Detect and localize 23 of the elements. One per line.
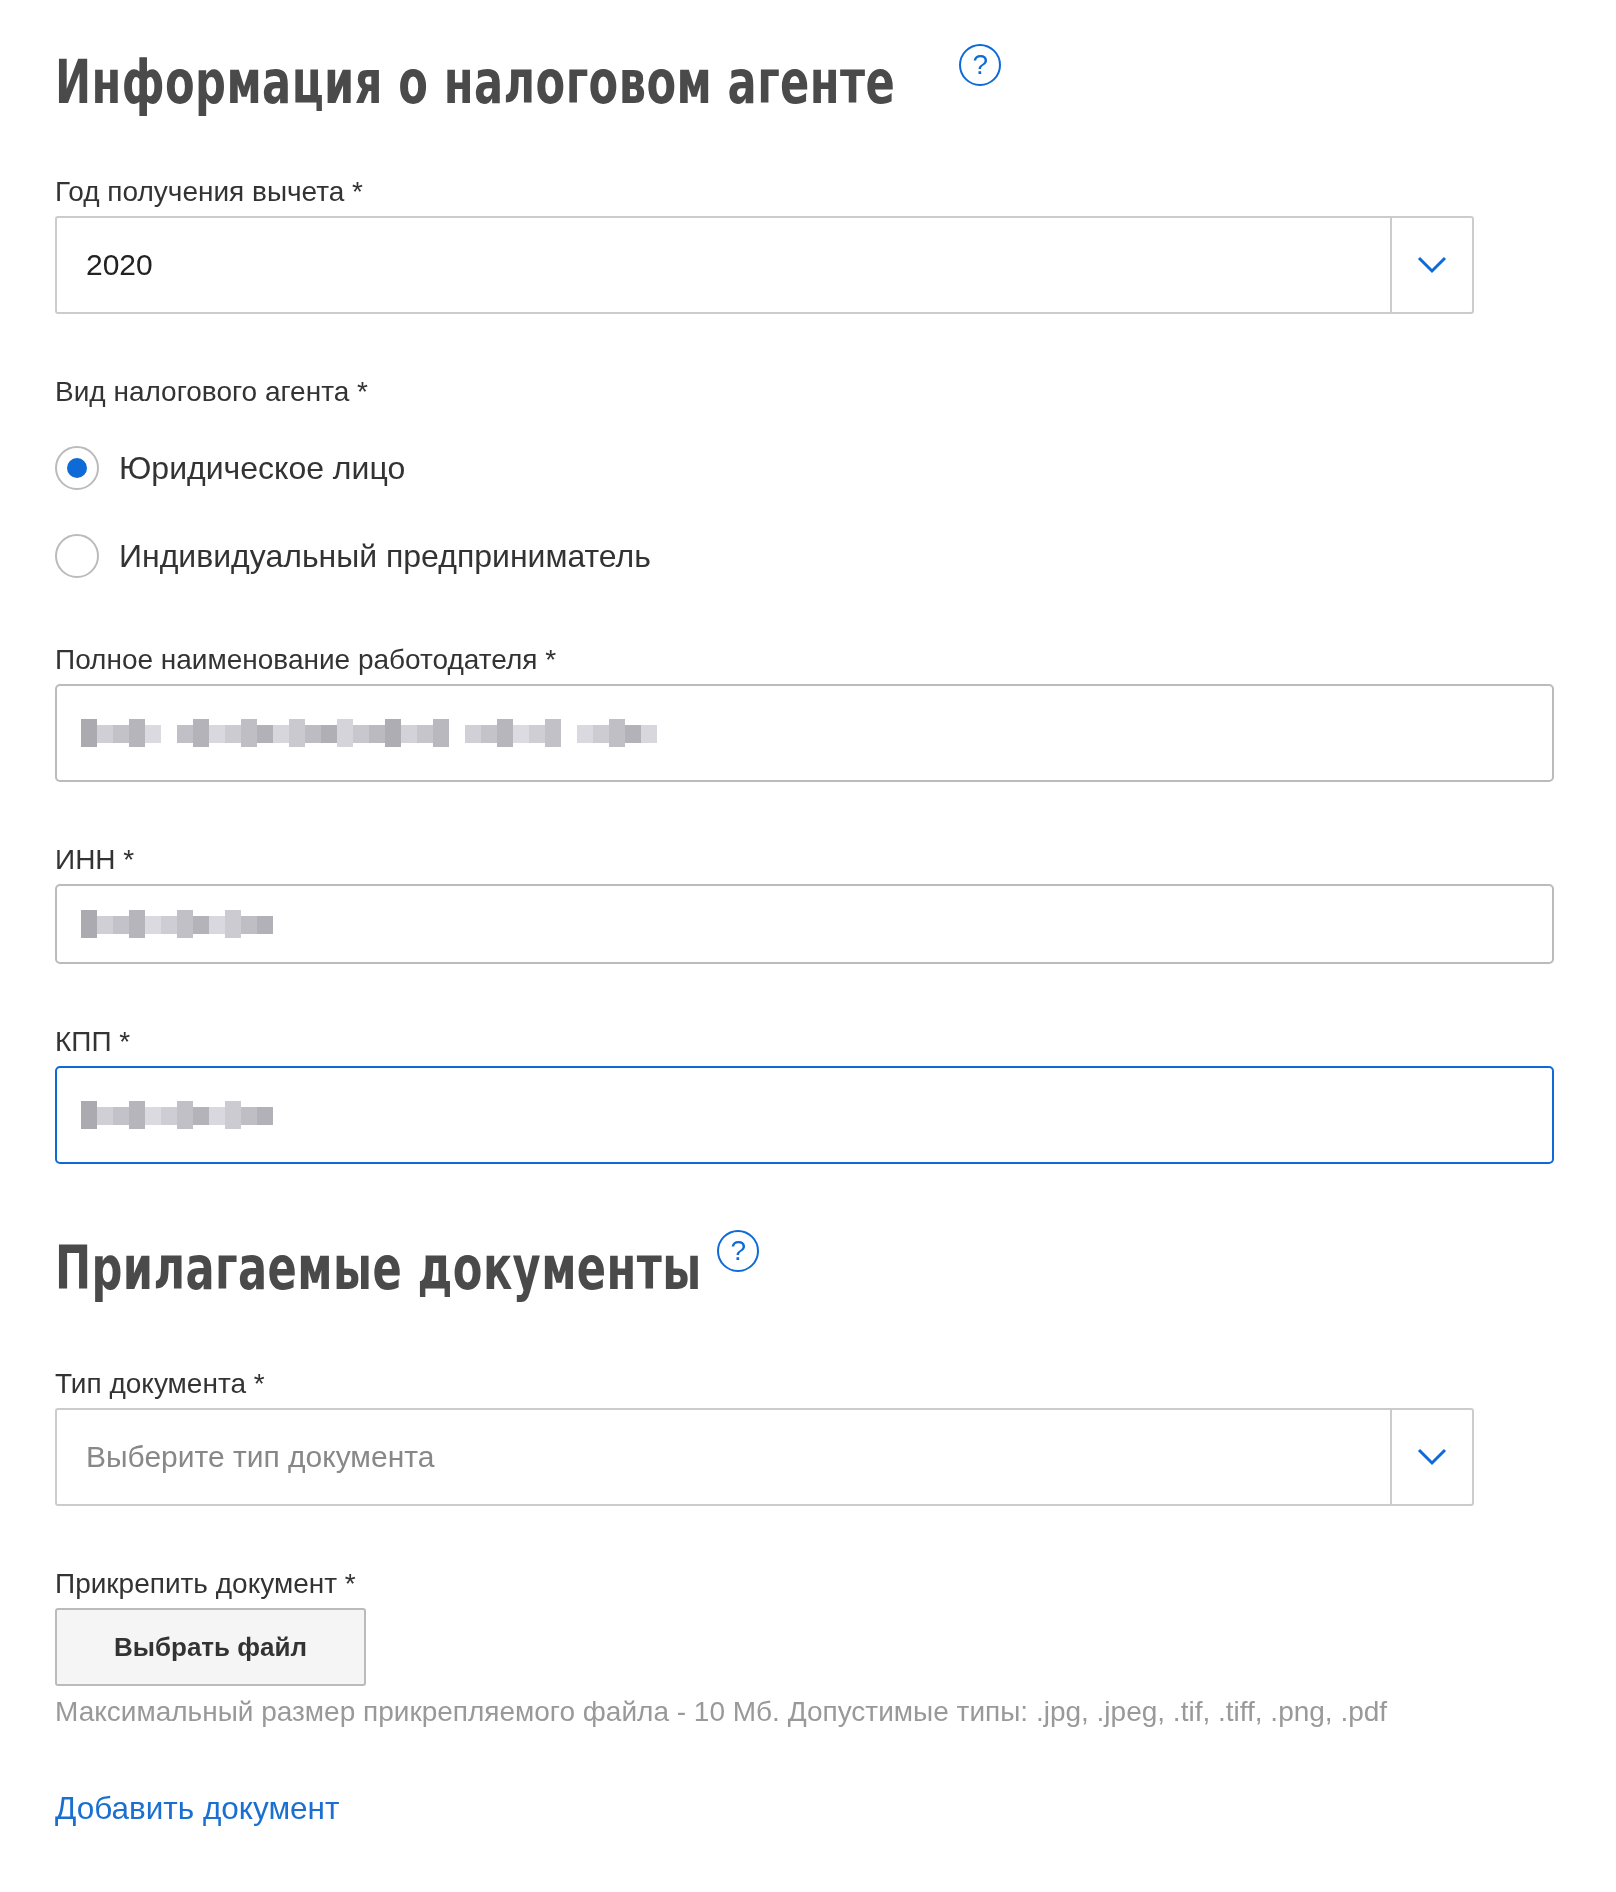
choose-file-button[interactable]: Выбрать файл xyxy=(55,1608,366,1686)
field-label: ИНН * xyxy=(55,844,136,876)
field-label: Прикрепить документ * xyxy=(55,1568,357,1600)
input-field[interactable] xyxy=(55,1066,1554,1164)
radio-option[interactable]: Индивидуальный предприниматель xyxy=(55,534,1616,578)
dropdown-field[interactable]: 2020 xyxy=(55,216,1474,314)
radio-option[interactable]: Юридическое лицо xyxy=(55,446,1616,490)
field-label: Год получения вычета * xyxy=(55,176,364,208)
field-label: КПП * xyxy=(55,1026,132,1058)
dropdown-field[interactable]: Выберите тип документа xyxy=(55,1408,1474,1506)
help-button[interactable]: ? xyxy=(717,1230,760,1272)
section-heading: Прилагаемые документы xyxy=(55,1232,702,1305)
help-button[interactable]: ? xyxy=(959,44,1002,86)
chevron-down-icon xyxy=(1417,1448,1447,1466)
field-label: Тип документа * xyxy=(55,1368,266,1400)
field-label: Полное наименование работодателя * xyxy=(55,644,558,676)
chevron-down-icon xyxy=(1417,256,1447,274)
field-label: Вид налогового агента * xyxy=(55,376,369,408)
input-field[interactable] xyxy=(55,884,1554,964)
input-field[interactable] xyxy=(55,684,1554,782)
section-heading: Информация о налоговом агенте xyxy=(55,46,896,119)
hint-text: Максимальный размер прикрепляемого файла - 10 Мб. Допустимые типы: .jpg, .jpeg, .tif, .tiff, .png, .pdf xyxy=(55,1696,1389,1728)
add-document-link[interactable]: Добавить документ xyxy=(55,1790,340,1827)
